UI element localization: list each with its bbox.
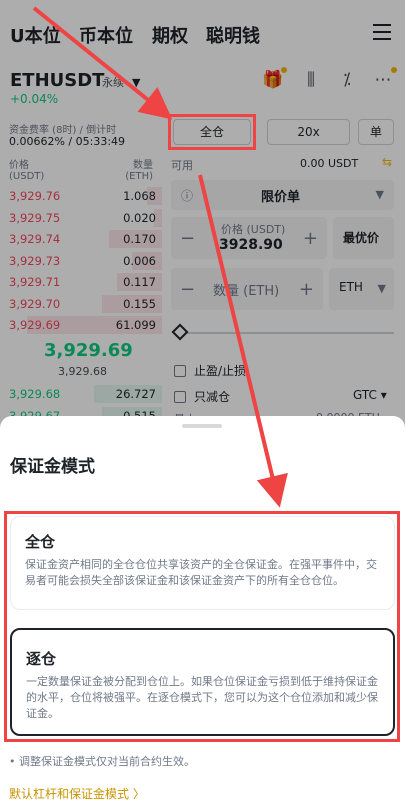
sheet-handle[interactable] [182, 424, 222, 428]
sheet-note: • 调整保证金模式仅对当前合约生效。 [9, 755, 195, 768]
default-leverage-link[interactable]: 默认杠杆和保证金模式 〉 [9, 785, 145, 802]
sheet-title: 保证金模式 [10, 457, 95, 477]
annotation-highlight-margin-button [168, 114, 256, 150]
annotation-highlight-options [4, 511, 400, 742]
